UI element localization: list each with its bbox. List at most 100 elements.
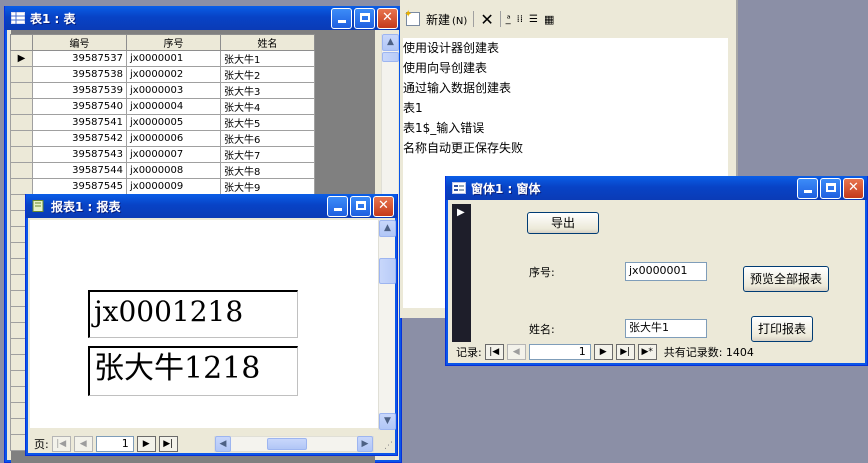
scroll-thumb[interactable] [267,438,307,450]
cell-serial[interactable]: jx0000004 [126,98,221,115]
cell-id[interactable]: 39587544 [32,162,127,179]
next-page-button[interactable]: ▶ [136,436,156,452]
cell-serial[interactable]: jx0000003 [126,82,221,99]
minimize-button[interactable] [327,196,348,217]
list-item[interactable]: 通过输入数据创建表 [403,78,728,98]
maximize-button[interactable] [820,178,841,199]
cell-id[interactable]: 39587541 [32,114,127,131]
delete-icon[interactable]: ✕ [480,10,493,29]
print-report-button[interactable]: 打印报表 [751,316,813,342]
record-number-input[interactable]: 1 [528,344,591,360]
scroll-thumb[interactable] [379,258,396,284]
cell-name[interactable]: 张大牛5 [220,114,315,131]
cell-id[interactable]: 39587542 [32,130,127,147]
table-row[interactable]: 39587540 jx0000004 张大牛4 [10,98,315,115]
page-number-input[interactable]: 1 [95,436,134,452]
list-item[interactable]: 使用向导创建表 [403,58,728,78]
list-item[interactable]: 表1$_输入错误 [403,118,728,138]
new-record-button[interactable]: ▶* [637,344,657,360]
cell-serial[interactable]: jx0000006 [126,130,221,147]
form-window-titlebar[interactable]: 窗体1 : 窗体 ✕ [446,176,867,200]
cell-serial[interactable]: jx0000001 [126,50,221,67]
row-selector[interactable] [10,82,33,99]
close-button[interactable]: ✕ [843,178,864,199]
list-view-icon[interactable]: ☰ [529,14,538,25]
table-row[interactable]: 39587543 jx0000007 张大牛7 [10,146,315,163]
row-selector[interactable] [10,146,33,163]
table-row[interactable]: 39587542 jx0000006 张大牛6 [10,130,315,147]
maximize-button[interactable] [350,196,371,217]
cell-name[interactable]: 张大牛9 [220,178,315,195]
new-button[interactable]: 新建 (N) [426,11,467,28]
cell-serial[interactable]: jx0000008 [126,162,221,179]
row-selector-header[interactable] [10,34,33,51]
cell-serial[interactable]: jx0000009 [126,178,221,195]
cell-id[interactable]: 39587543 [32,146,127,163]
scroll-down-icon[interactable]: ▼ [379,413,396,430]
prev-page-button[interactable]: ◀ [73,436,93,452]
last-page-button[interactable]: ▶| [158,436,178,452]
cell-name[interactable]: 张大牛4 [220,98,315,115]
table-row[interactable]: 39587544 jx0000008 张大牛8 [10,162,315,179]
cell-id[interactable]: 39587538 [32,66,127,83]
maximize-button[interactable] [354,8,375,29]
list-item[interactable]: 使用设计器创建表 [403,38,728,58]
table-row[interactable]: 39587545 jx0000009 张大牛9 [10,178,315,195]
report-window-titlebar[interactable]: 报表1 : 报表 ✕ [26,194,397,218]
list-item[interactable]: 名称自动更正保存失败 [403,138,728,158]
row-selector[interactable] [10,130,33,147]
table-row[interactable]: 39587538 jx0000002 张大牛2 [10,66,315,83]
cell-name[interactable]: 张大牛3 [220,82,315,99]
prev-record-button[interactable]: ◀ [506,344,526,360]
record-selector[interactable]: ▶ [452,204,471,342]
minimize-button[interactable] [797,178,818,199]
close-button[interactable]: ✕ [373,196,394,217]
cell-id[interactable]: 39587545 [32,178,127,195]
column-header-id[interactable]: 编号 [32,34,127,51]
table-row[interactable]: 39587539 jx0000003 张大牛3 [10,82,315,99]
scroll-right-icon[interactable]: ▶ [357,436,373,452]
first-page-button[interactable]: |◀ [51,436,71,452]
table-row[interactable]: 39587541 jx0000005 张大牛5 [10,114,315,131]
cell-id[interactable]: 39587540 [32,98,127,115]
next-record-button[interactable]: ▶ [593,344,613,360]
cell-name[interactable]: 张大牛7 [220,146,315,163]
report-vscroll[interactable]: ▲ ▼ [378,220,396,430]
column-header-name[interactable]: 姓名 [220,34,315,51]
row-selector[interactable] [10,114,33,131]
scroll-left-icon[interactable]: ◀ [215,436,231,452]
row-selector[interactable] [10,178,33,195]
column-header-serial[interactable]: 序号 [126,34,221,51]
cell-name[interactable]: 张大牛1 [220,50,315,67]
resize-grip-icon[interactable]: ⋰ [384,441,393,451]
close-button[interactable]: ✕ [377,8,398,29]
cell-name[interactable]: 张大牛2 [220,66,315,83]
export-button[interactable]: 导出 [527,212,599,234]
details-view-icon[interactable]: ▦ [544,13,554,26]
report-hscroll[interactable]: ◀ ▶ [214,436,374,452]
cell-serial[interactable]: jx0000002 [126,66,221,83]
current-row-icon[interactable]: ▶ [10,50,33,67]
scroll-thumb[interactable] [382,52,399,62]
last-record-button[interactable]: ▶| [615,344,635,360]
row-selector[interactable] [10,162,33,179]
table-window-titlebar[interactable]: 表1 : 表 ✕ [5,6,401,30]
preview-all-reports-button[interactable]: 预览全部报表 [743,266,829,292]
cell-id[interactable]: 39587537 [32,50,127,67]
row-selector[interactable] [10,98,33,115]
minimize-button[interactable] [331,8,352,29]
row-selector[interactable] [10,66,33,83]
cell-name[interactable]: 张大牛6 [220,130,315,147]
cell-serial[interactable]: jx0000005 [126,114,221,131]
list-item[interactable]: 表1 [403,98,728,118]
cell-id[interactable]: 39587539 [32,82,127,99]
serial-field[interactable]: jx0000001 [625,262,707,281]
name-field[interactable]: 张大牛1 [625,319,707,338]
cell-serial[interactable]: jx0000007 [126,146,221,163]
table-row[interactable]: ▶ 39587537 jx0000001 张大牛1 [10,50,315,67]
first-record-button[interactable]: |◀ [484,344,504,360]
cell-name[interactable]: 张大牛8 [220,162,315,179]
small-icons-icon[interactable]: ⁞⁞ [517,14,523,25]
scroll-up-icon[interactable]: ▲ [382,34,399,51]
large-icons-icon[interactable]: ᵃ̲ [507,14,511,25]
